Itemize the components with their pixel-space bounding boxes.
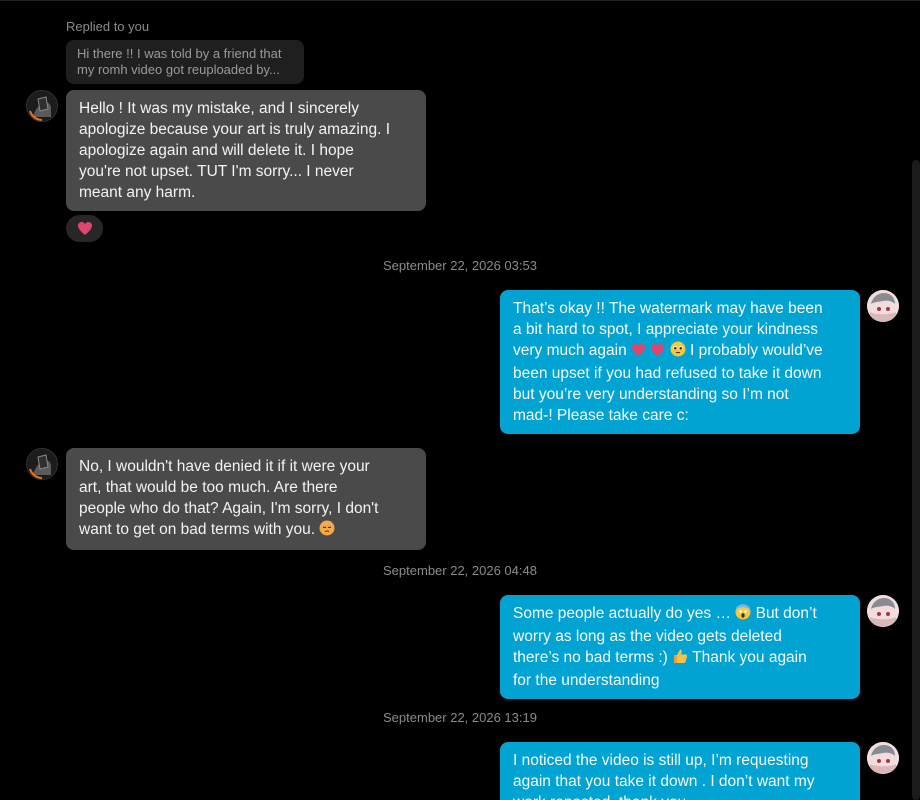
quoted-message[interactable]: Hi there !! I was told by a friend that …: [66, 40, 304, 84]
my-avatar[interactable]: [867, 290, 899, 322]
avatar-illustration-icon: [27, 449, 57, 479]
sender-avatar[interactable]: [26, 448, 58, 480]
heart-reaction[interactable]: [66, 215, 103, 242]
heart-emoji-icon: [631, 342, 646, 363]
message-bubble-incoming[interactable]: No, I wouldn't have denied it if it were…: [66, 448, 426, 550]
message-bubble-incoming[interactable]: Hello ! It was my mistake, and I sincere…: [66, 90, 426, 211]
avatar-illustration-icon: [867, 742, 899, 774]
timestamp: September 22, 2026 03:53: [383, 258, 537, 273]
message-bubble-outgoing[interactable]: I noticed the video is still up, I’m req…: [500, 742, 860, 800]
pleading-face-emoji-icon: [670, 341, 686, 363]
scrollbar[interactable]: [912, 160, 920, 800]
screaming-face-emoji-icon: [735, 604, 751, 626]
heart-emoji-icon: [77, 222, 92, 235]
message-bubble-outgoing[interactable]: Some people actually do yes … But don’t …: [500, 595, 860, 699]
thumbs-up-emoji-icon: [672, 648, 688, 670]
timestamp: September 22, 2026 13:19: [383, 710, 537, 725]
pensive-face-emoji-icon: [319, 520, 335, 542]
sender-avatar[interactable]: [26, 90, 58, 122]
reply-label: Replied to you: [66, 19, 150, 34]
avatar-illustration-icon: [867, 595, 899, 627]
message-text: Some people actually do yes …: [513, 605, 736, 622]
avatar-illustration-icon: [867, 290, 899, 322]
top-divider: [0, 0, 920, 1]
avatar-illustration-icon: [27, 91, 57, 121]
heart-emoji-icon: [650, 342, 665, 363]
timestamp: September 22, 2026 04:48: [383, 563, 537, 578]
my-avatar[interactable]: [867, 742, 899, 774]
my-avatar[interactable]: [867, 595, 899, 627]
message-bubble-outgoing[interactable]: That’s okay !! The watermark may have be…: [500, 290, 860, 434]
